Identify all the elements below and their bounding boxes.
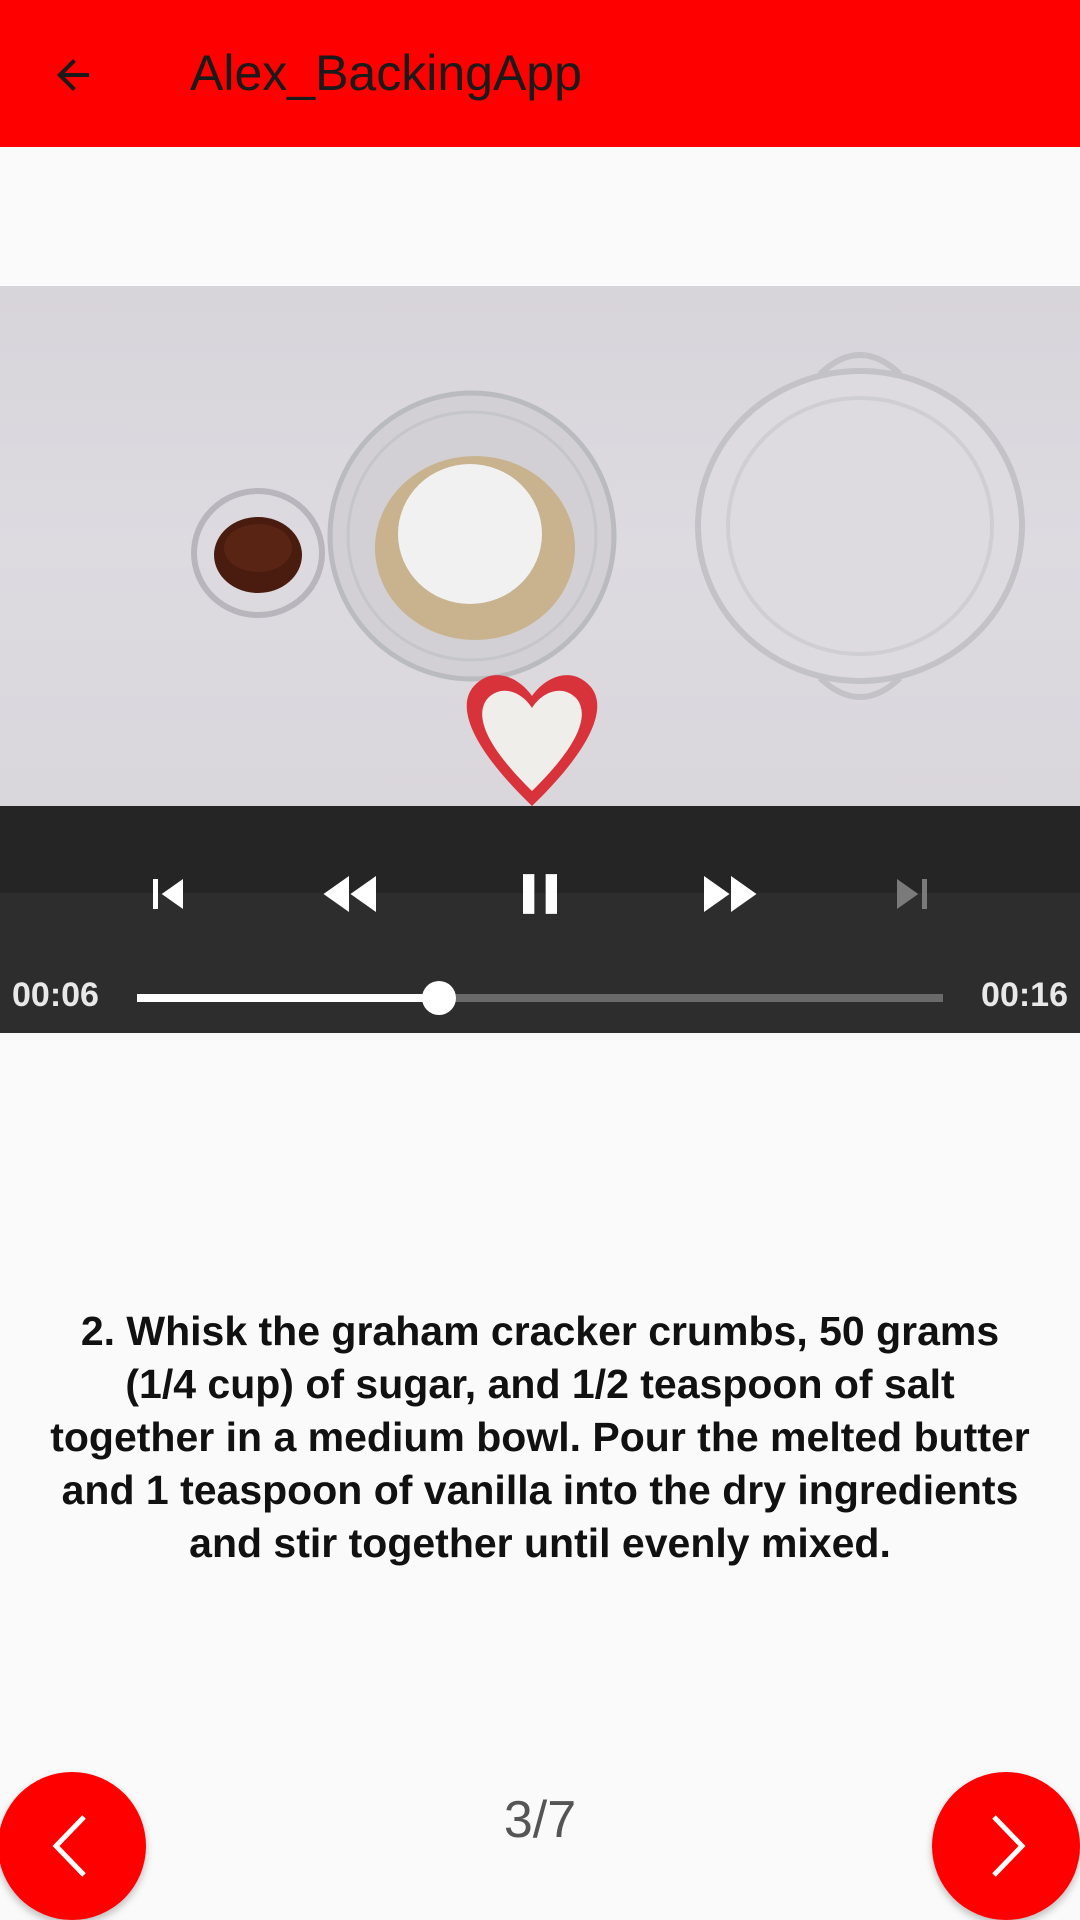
seek-bar[interactable] [137,981,943,1015]
fast-forward-icon [704,876,757,912]
app-bar: Alex_BackingApp [0,0,1080,147]
skip-previous-icon [153,879,183,909]
next-button[interactable] [872,854,952,934]
fast-forward-button[interactable] [688,854,768,934]
video-frame[interactable] [0,286,1080,806]
arrow-left-icon [57,59,89,91]
current-time: 00:06 [12,976,99,1014]
rewind-button[interactable] [312,854,392,934]
rewind-icon [323,876,376,912]
next-step-button[interactable] [932,1772,1080,1920]
pause-button[interactable] [500,854,580,934]
previous-button[interactable] [128,854,208,934]
step-description: 2. Whisk the graham cracker crumbs, 50 g… [50,1308,1030,1566]
pause-icon [523,874,557,914]
step-page-indicator: 3/7 [503,1791,577,1849]
seek-thumb[interactable] [422,981,457,1015]
chevron-left-icon [52,1815,86,1877]
skip-next-icon [897,879,927,909]
back-button[interactable] [38,40,108,110]
chevron-right-icon [992,1815,1026,1877]
seek-progress [137,994,440,1002]
video-thumbnail [191,352,1025,806]
app-title: Alex_BackingApp [190,45,582,101]
previous-step-button[interactable] [0,1772,146,1920]
total-duration: 00:16 [981,976,1068,1014]
